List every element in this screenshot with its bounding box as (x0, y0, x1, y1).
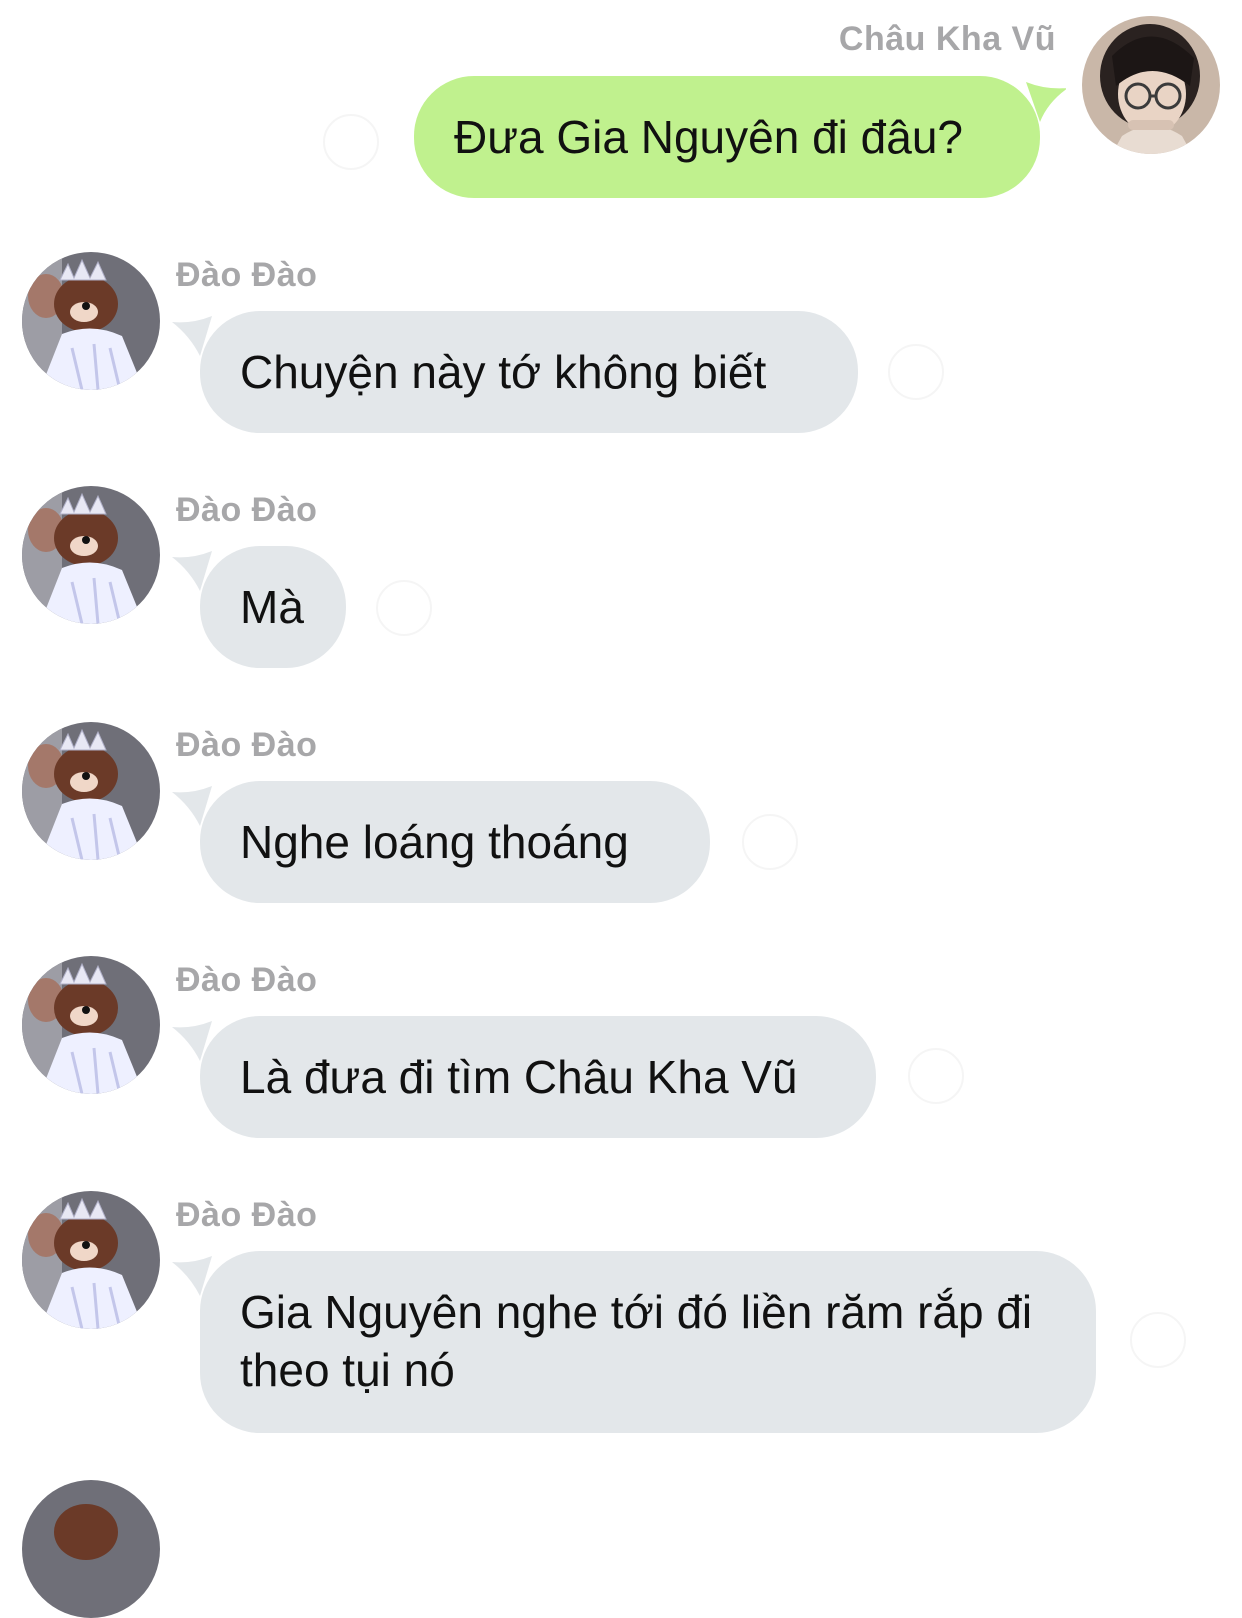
sender-name-outgoing: Châu Kha Vũ (838, 20, 1056, 58)
reaction-placeholder (376, 580, 432, 636)
message-text: Gia Nguyên nghe tới đó liền răm rắp đi t… (240, 1286, 1033, 1396)
message-text: Chuyện này tớ không biết (240, 346, 767, 398)
reaction-placeholder (888, 344, 944, 400)
sender-name: Đào Đào (176, 1196, 318, 1234)
message-text: Đưa Gia Nguyên đi đâu? (454, 111, 963, 163)
message-bubble-incoming[interactable]: Nghe loáng thoáng (200, 781, 710, 903)
jerry-mouse-princess-icon (22, 956, 160, 1094)
reaction-placeholder (908, 1048, 964, 1104)
message-bubble-incoming[interactable]: Là đưa đi tìm Châu Kha Vũ (200, 1016, 876, 1138)
user-photo-icon (1082, 16, 1220, 154)
contact-avatar[interactable] (22, 252, 160, 390)
message-text: Mà (240, 581, 304, 633)
jerry-mouse-princess-icon (22, 486, 160, 624)
jerry-mouse-princess-icon (22, 1480, 160, 1618)
sender-name: Đào Đào (176, 726, 318, 764)
reaction-placeholder (742, 814, 798, 870)
message-bubble-incoming[interactable]: Chuyện này tớ không biết (200, 311, 858, 433)
chat-thread[interactable]: Châu Kha Vũ Đưa Gia Nguyên đi đâu? Đào Đ… (0, 0, 1242, 1618)
message-bubble-incoming[interactable]: Mà (200, 546, 346, 668)
user-photo-avatar[interactable] (1082, 16, 1220, 154)
message-text: Nghe loáng thoáng (240, 816, 629, 868)
contact-avatar[interactable] (22, 1191, 160, 1329)
bubble-tail-outgoing (1026, 82, 1066, 122)
contact-avatar[interactable] (22, 1480, 160, 1618)
contact-avatar[interactable] (22, 486, 160, 624)
sender-name: Đào Đào (176, 961, 318, 999)
message-bubble-incoming[interactable]: Gia Nguyên nghe tới đó liền răm rắp đi t… (200, 1251, 1096, 1433)
sender-name: Đào Đào (176, 256, 318, 294)
sender-name: Đào Đào (176, 491, 318, 529)
message-bubble-outgoing[interactable]: Đưa Gia Nguyên đi đâu? (414, 76, 1040, 198)
reaction-placeholder (1130, 1312, 1186, 1368)
jerry-mouse-princess-icon (22, 722, 160, 860)
contact-avatar[interactable] (22, 722, 160, 860)
message-text: Là đưa đi tìm Châu Kha Vũ (240, 1051, 798, 1103)
jerry-mouse-princess-icon (22, 1191, 160, 1329)
contact-avatar[interactable] (22, 956, 160, 1094)
jerry-mouse-princess-icon (22, 252, 160, 390)
reaction-placeholder (323, 114, 379, 170)
